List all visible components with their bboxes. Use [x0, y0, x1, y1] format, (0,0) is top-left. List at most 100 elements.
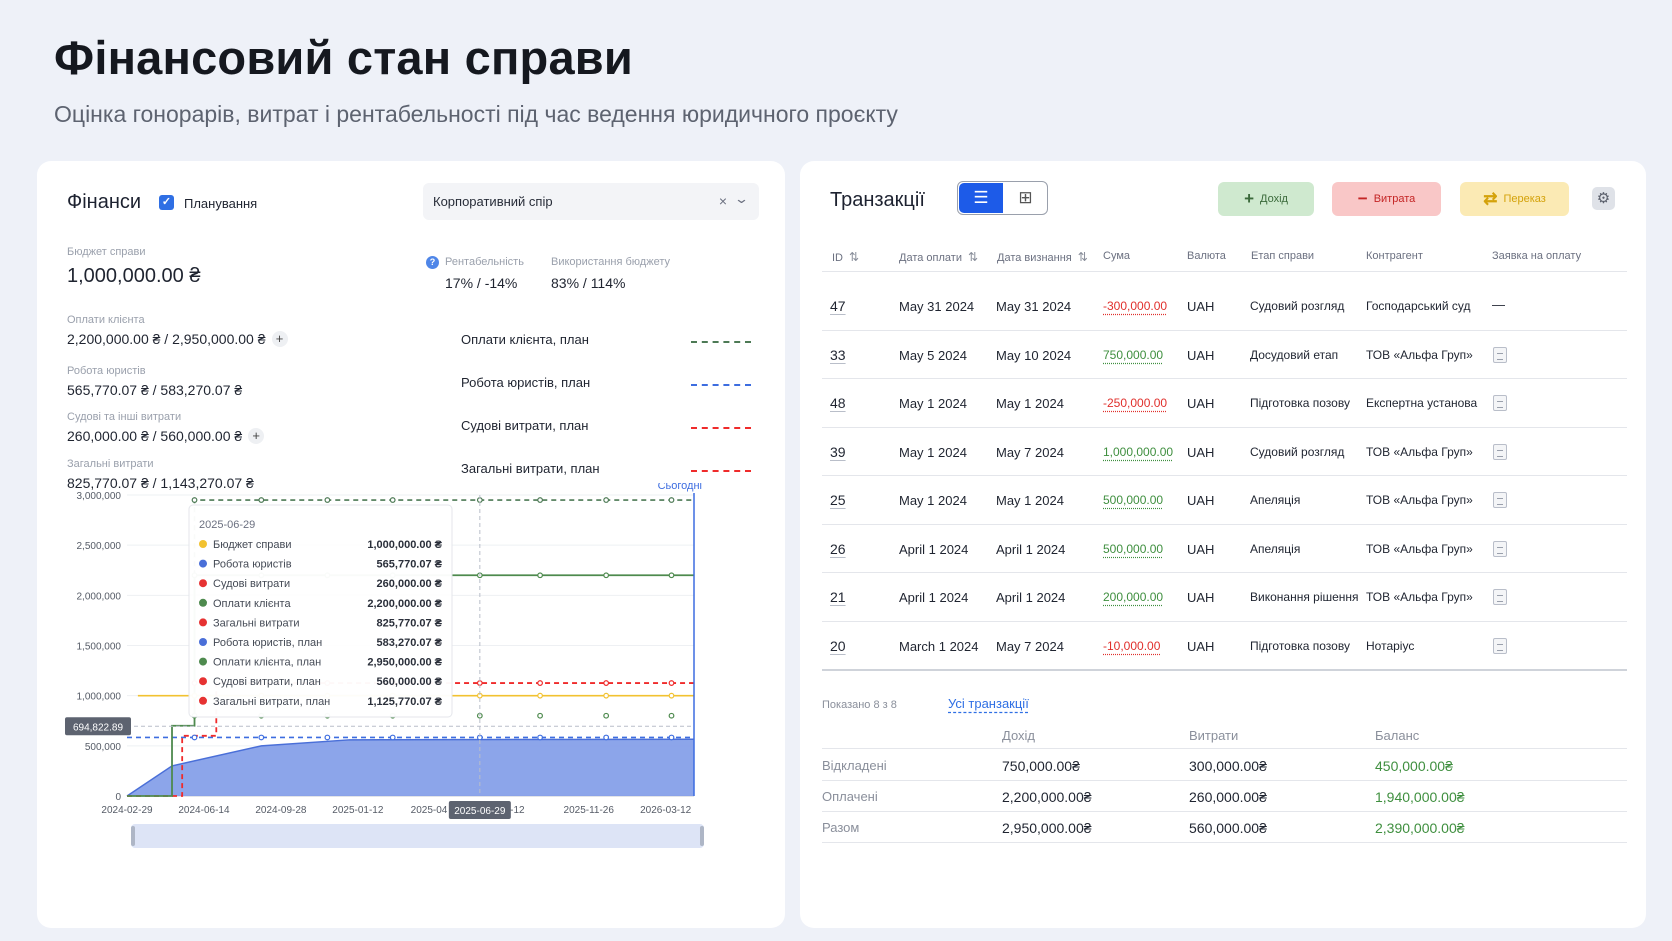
sort-icon[interactable]: ⇅ [1078, 250, 1088, 264]
row-id[interactable]: 26 [830, 541, 846, 557]
grid-view-icon[interactable]: ⊞ [1004, 183, 1047, 213]
data-point [389, 734, 396, 741]
row-id[interactable]: 33 [830, 347, 846, 363]
document-icon[interactable] [1493, 346, 1507, 363]
tooltip-series-value: 583,270.07 ₴ [377, 637, 443, 649]
minus-icon: − [1357, 189, 1368, 208]
col-stage[interactable]: Етап справи [1251, 250, 1314, 262]
add-court-cost-button[interactable]: + [248, 428, 265, 444]
row-paid-date: May 1 2024 [899, 396, 967, 411]
finance-chart[interactable]: 3,000,000 2,500,000 2,000,000 1,500,000 1,00… [37, 483, 785, 923]
col-recognized-date[interactable]: Дата визнання ⇅ [997, 250, 1088, 264]
document-icon[interactable] [1493, 395, 1507, 411]
help-icon[interactable]: ? [426, 256, 439, 269]
finance-title: Фінанси [67, 191, 142, 213]
row-id[interactable]: 48 [830, 395, 846, 411]
add-client-payment-button[interactable]: + [271, 331, 288, 347]
page-subtitle: Оцінка гонорарів, витрат і рентабельност… [54, 101, 898, 127]
x-tick-label: 2026-03-12 [640, 805, 692, 816]
tooltip-series-name: Бюджет справи [213, 539, 292, 551]
planning-label[interactable]: Планування [184, 196, 257, 211]
budget-label: Бюджет справи [67, 246, 146, 258]
document-icon[interactable] [1493, 637, 1507, 654]
data-point [537, 497, 543, 503]
tooltip-dot [199, 677, 207, 686]
row-paid-date: April 1 2024 [899, 590, 969, 605]
col-payment-request[interactable]: Заявка на оплату [1492, 250, 1581, 262]
document-icon[interactable] [1493, 492, 1507, 508]
row-id[interactable]: 21 [830, 589, 846, 605]
summary-balance: 1,940,000.00₴ [1375, 789, 1465, 805]
tooltip-dot [199, 559, 207, 568]
planning-checkbox[interactable]: ✓ [159, 195, 174, 210]
row-id[interactable]: 47 [830, 298, 846, 314]
row-divider [822, 378, 1627, 379]
legend-line-client-plan [691, 341, 751, 343]
row-amount[interactable]: -300,000.00 [1103, 299, 1167, 313]
x-tick-label: 2025-11-26 [564, 805, 615, 816]
document-icon[interactable] [1493, 540, 1507, 557]
chevron-down-icon[interactable]: ⌄ [734, 191, 749, 207]
row-stage: Апеляція [1250, 541, 1301, 556]
gear-icon[interactable]: ⚙ [1592, 187, 1615, 210]
summary-income: 2,950,000.00₴ [1002, 820, 1092, 836]
x-tick-label: 2025-01-12 [332, 805, 384, 816]
list-view-icon[interactable]: ☰ [959, 183, 1003, 213]
col-paid-date[interactable]: Дата оплати ⇅ [899, 250, 978, 264]
x-tick-label: 2024-09-28 [255, 805, 307, 816]
row-amount[interactable]: 500,000.00 [1103, 542, 1163, 556]
summary-income: 2,200,000.00₴ [1002, 789, 1092, 805]
legend-total-plan: Загальні витрати, план [461, 461, 600, 476]
row-id[interactable]: 25 [830, 492, 846, 508]
data-point [603, 692, 610, 699]
add-expense-button[interactable]: − Витрата [1332, 182, 1441, 216]
budget-value: 1,000,000.00 ₴ [67, 265, 201, 287]
court-costs-row: 260,000.00 ₴ / 560,000.00 ₴ + [67, 428, 265, 444]
row-counterparty: Нотаріус [1366, 638, 1415, 653]
row-currency: UAH [1187, 541, 1215, 557]
row-stage: Підготовка позову [1250, 396, 1350, 410]
row-stage: Судовий розгляд [1250, 299, 1345, 313]
row-amount[interactable]: 200,000.00 [1103, 590, 1163, 604]
row-counterparty: ТОВ «Альфа Груп» [1366, 493, 1473, 507]
row-amount[interactable]: -10,000.00 [1103, 639, 1160, 653]
summary-row-divider [822, 842, 1627, 843]
summary-balance-header: Баланс [1375, 728, 1420, 743]
add-income-button[interactable]: + Дохід [1218, 182, 1314, 216]
summary-balance: 450,000.00₴ [1375, 758, 1453, 774]
all-transactions-link[interactable]: Усі транзакції [948, 696, 1029, 711]
summary-row-label: Разом [822, 820, 860, 835]
row-recognized-date: May 1 2024 [996, 493, 1064, 508]
col-currency[interactable]: Валюта [1187, 250, 1226, 262]
row-amount[interactable]: 1,000,000.00 [1103, 445, 1173, 459]
row-recognized-date: April 1 2024 [996, 541, 1066, 557]
tooltip-series-name: Оплати клієнта [213, 598, 291, 610]
row-currency: UAH [1187, 493, 1215, 508]
col-amount[interactable]: Сума [1103, 250, 1130, 262]
summary-row-divider [822, 811, 1627, 812]
tooltip-dot [199, 540, 207, 548]
document-icon[interactable] [1493, 443, 1507, 460]
shown-count: Показано 8 з 8 [822, 699, 897, 711]
view-toggle: ☰ ⊞ [957, 181, 1048, 215]
document-icon[interactable] [1493, 589, 1507, 605]
case-select[interactable]: Корпоративний спір × ⌄ [423, 183, 759, 220]
clear-icon[interactable]: × [719, 193, 727, 209]
col-counterparty[interactable]: Контрагент [1366, 250, 1423, 262]
tooltip-series-value: 1,125,770.07 ₴ [367, 696, 442, 708]
y-tick-label: 2,500,000 [77, 541, 122, 552]
row-amount[interactable]: 750,000.00 [1103, 348, 1163, 362]
sort-icon[interactable]: ⇅ [968, 250, 978, 264]
row-id[interactable]: 20 [830, 638, 846, 654]
finance-chart-svg[interactable]: 3,000,000 2,500,000 2,000,000 1,500,000 1,00… [37, 483, 785, 923]
add-transfer-button[interactable]: ⇄ Переказ [1460, 182, 1569, 216]
data-point [258, 497, 265, 503]
col-id[interactable]: ID ⇅ [832, 250, 859, 264]
y-tick-label: 0 [115, 792, 121, 803]
add-expense-label: Витрата [1373, 193, 1416, 205]
row-amount[interactable]: -250,000.00 [1103, 396, 1167, 410]
row-amount[interactable]: 500,000.00 [1103, 493, 1163, 507]
row-id[interactable]: 39 [830, 444, 846, 460]
sort-icon[interactable]: ⇅ [849, 250, 859, 264]
row-currency: UAH [1187, 590, 1215, 605]
